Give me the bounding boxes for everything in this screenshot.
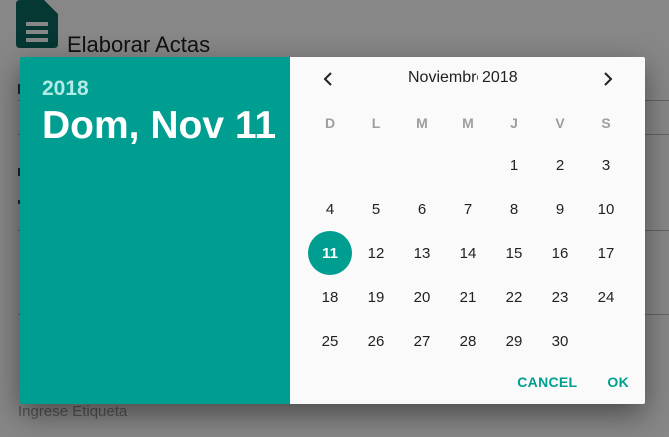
day-button[interactable]: 30 (537, 319, 583, 363)
previous-month-button[interactable] (314, 65, 342, 93)
day-number: 16 (551, 244, 569, 262)
day-number: 2 (555, 156, 565, 174)
day-button[interactable]: 10 (583, 187, 629, 231)
day-number: 1 (509, 156, 519, 174)
day-number: 12 (367, 244, 385, 262)
month-name: Noviembre (408, 69, 478, 86)
day-button[interactable]: 20 (399, 275, 445, 319)
dialog-actions: CANCEL OK (517, 374, 629, 390)
day-button[interactable]: 12 (353, 231, 399, 275)
day-number: 14 (459, 244, 477, 262)
day-number: 3 (601, 156, 611, 174)
day-number: 17 (597, 244, 615, 262)
date-picker-header: 2018 Dom, Nov 11 (20, 57, 290, 404)
day-button[interactable]: 19 (353, 275, 399, 319)
day-number: 9 (555, 200, 565, 218)
day-button[interactable]: 22 (491, 275, 537, 319)
day-number: 25 (321, 332, 339, 350)
day-number: 24 (597, 288, 615, 306)
weekday-label: M (462, 115, 474, 131)
weekday-label: S (601, 115, 611, 131)
selected-date[interactable]: Dom, Nov 11 (42, 105, 290, 147)
day-button[interactable]: 7 (445, 187, 491, 231)
day-button[interactable]: 15 (491, 231, 537, 275)
empty-day-cell (445, 143, 491, 187)
day-button[interactable]: 16 (537, 231, 583, 275)
day-button[interactable]: 28 (445, 319, 491, 363)
day-button[interactable]: 23 (537, 275, 583, 319)
day-number: 10 (597, 200, 615, 218)
calendar-panel: Noviembre 2018 DLMMJVS 1 2 3 4 5 6 7 8 9 10 11 12 13… (290, 57, 645, 404)
cancel-button[interactable]: CANCEL (517, 374, 577, 390)
day-number: 19 (367, 288, 385, 306)
day-number: 4 (325, 200, 335, 218)
chevron-right-icon (604, 72, 613, 86)
month-year: 2018 (482, 69, 518, 86)
day-number: 29 (505, 332, 523, 350)
day-number: 11 (308, 231, 352, 275)
day-number: 23 (551, 288, 569, 306)
weekday-label: J (510, 115, 518, 131)
day-grid: 1 2 3 4 5 6 7 8 9 10 11 12 13 14 15 16 17 18 19 20 21 22 23 24 2… (307, 143, 629, 363)
day-button[interactable]: 25 (307, 319, 353, 363)
day-button[interactable]: 14 (445, 231, 491, 275)
next-month-button[interactable] (594, 65, 622, 93)
day-button[interactable]: 2 (537, 143, 583, 187)
weekday-label: L (371, 115, 381, 131)
day-button[interactable]: 18 (307, 275, 353, 319)
day-number: 15 (505, 244, 523, 262)
weekday-label: M (416, 115, 428, 131)
day-button[interactable]: 5 (353, 187, 399, 231)
day-button[interactable]: 6 (399, 187, 445, 231)
day-number: 8 (509, 200, 519, 218)
day-number: 21 (459, 288, 477, 306)
empty-day-cell (353, 143, 399, 187)
weekday-label: V (555, 115, 565, 131)
day-number: 5 (371, 200, 381, 218)
day-button[interactable]: 24 (583, 275, 629, 319)
day-button[interactable]: 9 (537, 187, 583, 231)
empty-day-cell (399, 143, 445, 187)
day-button[interactable]: 1 (491, 143, 537, 187)
day-number: 6 (417, 200, 427, 218)
day-number: 27 (413, 332, 431, 350)
selected-day-button[interactable]: 11 (307, 231, 353, 275)
weekday-header: DLMMJVS (307, 115, 629, 131)
date-picker-dialog: 2018 Dom, Nov 11 Noviembre 2018 DLMMJVS … (20, 57, 645, 404)
selected-year[interactable]: 2018 (42, 77, 290, 101)
day-number: 20 (413, 288, 431, 306)
day-button[interactable]: 29 (491, 319, 537, 363)
day-number: 7 (463, 200, 473, 218)
day-number: 18 (321, 288, 339, 306)
day-button[interactable]: 4 (307, 187, 353, 231)
day-button[interactable]: 17 (583, 231, 629, 275)
day-number: 28 (459, 332, 477, 350)
day-button[interactable]: 3 (583, 143, 629, 187)
empty-day-cell (307, 143, 353, 187)
day-button[interactable]: 26 (353, 319, 399, 363)
day-number: 13 (413, 244, 431, 262)
day-number: 30 (551, 332, 569, 350)
day-button[interactable]: 8 (491, 187, 537, 231)
chevron-left-icon (323, 72, 332, 86)
day-number: 26 (367, 332, 385, 350)
day-button[interactable]: 13 (399, 231, 445, 275)
day-number: 22 (505, 288, 523, 306)
day-button[interactable]: 21 (445, 275, 491, 319)
day-button[interactable]: 27 (399, 319, 445, 363)
weekday-label: D (324, 115, 336, 131)
ok-button[interactable]: OK (607, 374, 629, 390)
